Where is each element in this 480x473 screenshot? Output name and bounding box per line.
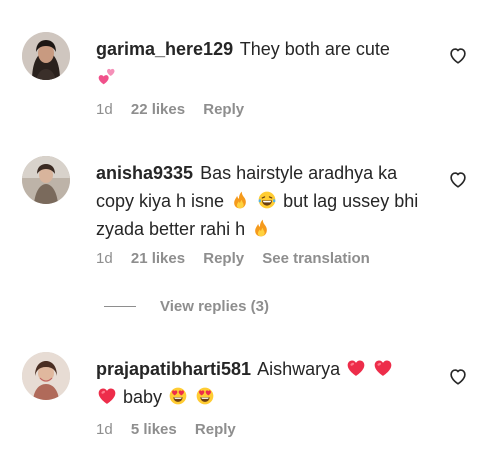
reply-button[interactable]: Reply — [203, 101, 244, 118]
avatar[interactable] — [22, 352, 70, 400]
divider — [104, 306, 136, 307]
heart-eyes-emoji — [195, 386, 215, 406]
like-heart-icon[interactable] — [447, 365, 469, 387]
view-replies-button[interactable]: View replies (3) — [104, 298, 269, 315]
comment-age: 1d — [96, 421, 113, 438]
fire-emoji — [251, 218, 271, 238]
view-replies-label: View replies (3) — [160, 298, 269, 315]
laughing-emoji — [257, 190, 277, 210]
see-translation-button[interactable]: See translation — [262, 250, 370, 267]
likes-count[interactable]: 5 likes — [131, 421, 177, 438]
username[interactable]: garima_here129 — [96, 39, 233, 59]
red-heart-emoji — [346, 358, 366, 378]
reply-button[interactable]: Reply — [195, 421, 236, 438]
comment-meta: 1d 5 likes Reply — [96, 421, 250, 438]
comment-body-2: baby — [123, 387, 163, 407]
comment-text: garima_here129 They both are cute — [96, 35, 424, 91]
comment-body: Aishwarya — [257, 359, 341, 379]
heart-eyes-emoji — [168, 386, 188, 406]
comment-meta: 1d 22 likes Reply — [96, 101, 258, 118]
comment-age: 1d — [96, 250, 113, 267]
red-heart-emoji — [373, 358, 393, 378]
reply-button[interactable]: Reply — [203, 250, 244, 267]
username[interactable]: prajapatibharti581 — [96, 359, 251, 379]
comment-age: 1d — [96, 101, 113, 118]
username[interactable]: anisha9335 — [96, 163, 193, 183]
comment-body: They both are cute — [239, 39, 390, 59]
like-heart-icon[interactable] — [447, 44, 469, 66]
avatar[interactable] — [22, 32, 70, 80]
red-heart-emoji — [97, 386, 117, 406]
likes-count[interactable]: 22 likes — [131, 101, 185, 118]
avatar[interactable] — [22, 156, 70, 204]
two-hearts-emoji — [97, 66, 117, 86]
likes-count[interactable]: 21 likes — [131, 250, 185, 267]
comment-meta: 1d 21 likes Reply See translation — [96, 250, 384, 267]
comment-text: anisha9335 Bas hairstyle aradhya ka copy… — [96, 159, 424, 243]
fire-emoji — [230, 190, 250, 210]
comment-text: prajapatibharti581 Aishwarya baby — [96, 355, 424, 411]
like-heart-icon[interactable] — [447, 168, 469, 190]
